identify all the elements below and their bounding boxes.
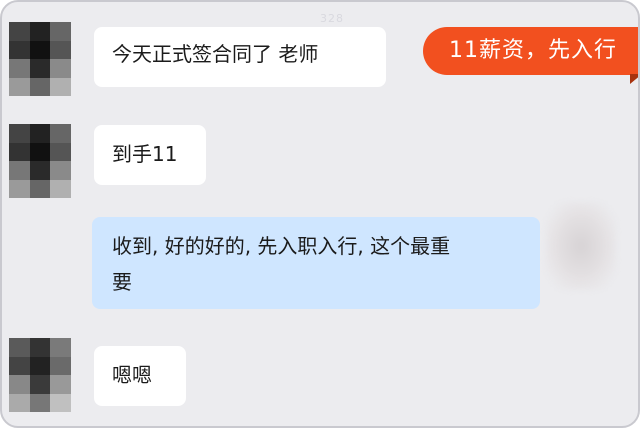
message-bubble-incoming[interactable]: 嗯嗯 bbox=[94, 346, 186, 406]
message-text: 嗯嗯 bbox=[112, 363, 152, 387]
watermark: 328 bbox=[320, 12, 344, 25]
avatar[interactable] bbox=[9, 338, 71, 412]
message-text: 到手11 bbox=[112, 142, 178, 166]
message-text-line: 要 bbox=[112, 270, 132, 294]
tag-fold bbox=[630, 74, 638, 84]
message-text-line: 收到, 好的好的, 先入职入行, 这个最重 bbox=[112, 234, 451, 258]
blurred-avatar[interactable] bbox=[546, 202, 616, 290]
message-bubble-outgoing[interactable]: 收到, 好的好的, 先入职入行, 这个最重 要 bbox=[92, 217, 540, 309]
message-text: 今天正式签合同了 老师 bbox=[112, 42, 319, 66]
chat-screenshot-frame: 328 今天正式签合同了 老师 11薪资，先入行 到手11 收到, 好的好的, … bbox=[0, 0, 640, 428]
message-bubble-incoming[interactable]: 到手11 bbox=[94, 125, 206, 185]
avatar[interactable] bbox=[9, 22, 71, 96]
message-bubble-incoming[interactable]: 今天正式签合同了 老师 bbox=[94, 27, 386, 87]
salary-tag: 11薪资，先入行 bbox=[423, 27, 638, 75]
avatar[interactable] bbox=[9, 124, 71, 198]
